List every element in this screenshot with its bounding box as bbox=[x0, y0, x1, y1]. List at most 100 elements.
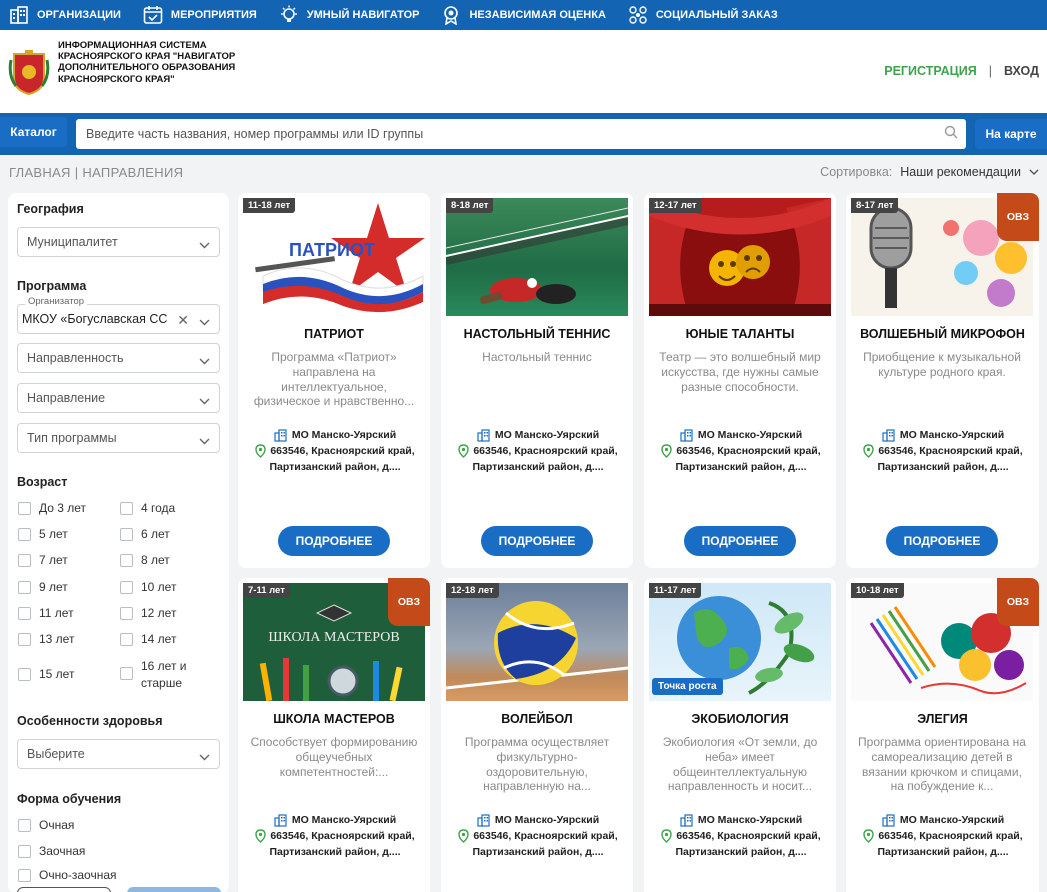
card-title[interactable]: ЮНЫЕ ТАЛАНТЫ bbox=[644, 327, 836, 341]
direction-select[interactable]: Направление bbox=[17, 383, 220, 413]
age-checkbox[interactable]: 12 лет bbox=[120, 606, 176, 620]
card-title[interactable]: ШКОЛА МАСТЕРОВ bbox=[238, 712, 430, 726]
card-address-line2: Партизанский район, д.... bbox=[472, 846, 604, 858]
more-button[interactable]: ПОДРОБНЕЕ bbox=[481, 526, 593, 556]
age-checkbox[interactable]: 8 лет bbox=[120, 553, 170, 567]
checkbox[interactable] bbox=[18, 554, 31, 567]
checkbox[interactable] bbox=[18, 528, 31, 541]
sort-control[interactable]: Сортировка: Наши рекомендации bbox=[820, 165, 1039, 179]
card-org: МО Манско-Уярский bbox=[291, 429, 397, 441]
card-description: Программа осуществляет физкультурно-оздо… bbox=[464, 735, 610, 794]
card-location: МО Манско-Уярский 663546, Красноярский к… bbox=[650, 427, 832, 475]
form-checkbox[interactable]: Очная bbox=[18, 818, 74, 832]
program-type-select[interactable]: Тип программы bbox=[17, 423, 220, 453]
checkbox[interactable] bbox=[120, 528, 133, 541]
reset-button[interactable] bbox=[17, 887, 111, 892]
register-link[interactable]: РЕГИСТРАЦИЯ bbox=[884, 64, 976, 78]
checkbox[interactable] bbox=[18, 819, 31, 832]
age-checkbox[interactable]: 4 года bbox=[120, 501, 175, 515]
card-title[interactable]: ПАТРИОТ bbox=[238, 327, 430, 341]
ovz-badge: ОВЗ bbox=[388, 578, 430, 626]
age-checkbox[interactable]: 9 лет bbox=[18, 580, 68, 594]
age-label: 10 лет bbox=[141, 580, 177, 594]
form-checkbox[interactable]: Заочная bbox=[18, 844, 85, 858]
health-select[interactable]: Выберите bbox=[17, 739, 220, 769]
checkbox[interactable] bbox=[18, 581, 31, 594]
program-card[interactable]: 12-17 лет ЮНЫЕ ТАЛАНТЫ Театр — это волше… bbox=[644, 193, 836, 568]
age-label: 13 лет bbox=[39, 632, 75, 646]
program-card[interactable]: 12-18 лет ВОЛЕЙБОЛ Программа осуществляе… bbox=[441, 578, 633, 892]
age-checkbox[interactable]: 14 лет bbox=[120, 632, 176, 646]
top-navigation: ОРГАНИЗАЦИИ МЕРОПРИЯТИЯ УМНЫЙ НАВИГАТОР … bbox=[0, 0, 1047, 30]
more-button[interactable]: ПОДРОБНЕЕ bbox=[886, 526, 998, 556]
checkbox[interactable] bbox=[120, 633, 133, 646]
card-title[interactable]: НАСТОЛЬНЫЙ ТЕННИС bbox=[441, 327, 633, 341]
catalog-button[interactable]: Каталог bbox=[0, 117, 67, 147]
nav-events-label: МЕРОПРИЯТИЯ bbox=[170, 9, 257, 21]
card-address-line2: Партизанский район, д.... bbox=[269, 461, 401, 473]
search-input[interactable] bbox=[76, 119, 966, 149]
sort-value[interactable]: Наши рекомендации bbox=[900, 165, 1021, 179]
search-icon[interactable] bbox=[944, 125, 958, 144]
organizer-select[interactable]: МКОУ «Богуславская СС ✕ bbox=[17, 304, 220, 334]
form-checkbox[interactable]: Очно-заочная bbox=[18, 868, 117, 882]
card-address-line1: 663546, Красноярский край, bbox=[473, 830, 618, 842]
program-card[interactable]: 11-17 лет Точка роста ЭКОБИОЛОГИЯ Экобио… bbox=[644, 578, 836, 892]
card-title[interactable]: ВОЛЕЙБОЛ bbox=[441, 712, 633, 726]
checkbox[interactable] bbox=[18, 502, 31, 515]
card-org: МО Манско-Уярский bbox=[494, 429, 600, 441]
checkbox[interactable] bbox=[120, 502, 133, 515]
map-button[interactable]: На карте bbox=[975, 119, 1047, 149]
building-icon bbox=[680, 428, 693, 442]
card-title[interactable]: ЭКОБИОЛОГИЯ bbox=[644, 712, 836, 726]
nav-smart-navigator[interactable]: УМНЫЙ НАВИГАТОР bbox=[279, 5, 419, 25]
card-title[interactable]: ЭЛЕГИЯ bbox=[846, 712, 1039, 726]
age-label: 4 года bbox=[141, 501, 176, 515]
age-checkbox[interactable]: 15 лет bbox=[18, 667, 74, 681]
age-checkbox[interactable]: 7 лет bbox=[18, 553, 68, 567]
nav-social-order[interactable]: СОЦИАЛЬНЫЙ ЗАКАЗ bbox=[628, 5, 778, 25]
checkbox[interactable] bbox=[120, 667, 133, 680]
age-checkbox[interactable]: 5 лет bbox=[18, 527, 68, 541]
clear-icon[interactable]: ✕ bbox=[177, 312, 189, 329]
age-checkbox[interactable]: 10 лет bbox=[120, 580, 176, 594]
age-checkbox[interactable]: 11 лет bbox=[18, 606, 74, 620]
checkbox[interactable] bbox=[120, 554, 133, 567]
coat-of-arms-logo[interactable] bbox=[8, 50, 50, 96]
login-link[interactable]: ВХОД bbox=[1004, 64, 1039, 78]
nav-organizations[interactable]: ОРГАНИЗАЦИИ bbox=[9, 5, 121, 25]
nav-independent-assessment[interactable]: НЕЗАВИСИМАЯ ОЦЕНКА bbox=[441, 5, 606, 25]
municipality-select[interactable]: Муниципалитет bbox=[17, 227, 220, 257]
focus-select[interactable]: Направленность bbox=[17, 343, 220, 373]
more-button[interactable]: ПОДРОБНЕЕ bbox=[278, 526, 390, 556]
card-address-line1: 663546, Красноярский край, bbox=[878, 830, 1023, 842]
checkbox[interactable] bbox=[120, 607, 133, 620]
age-label: 9 лет bbox=[39, 580, 68, 594]
more-button[interactable]: ПОДРОБНЕЕ bbox=[684, 526, 796, 556]
checkbox[interactable] bbox=[18, 607, 31, 620]
card-address-line2: Партизанский район, д.... bbox=[675, 846, 807, 858]
program-card[interactable]: ШКОЛА МАСТЕРОВ 7-11 лет ОВЗ ШКОЛА МАСТЕР… bbox=[238, 578, 430, 892]
card-title[interactable]: ВОЛШЕБНЫЙ МИКРОФОН bbox=[846, 327, 1039, 341]
checkbox[interactable] bbox=[120, 581, 133, 594]
checkbox[interactable] bbox=[18, 633, 31, 646]
program-card[interactable]: ПАТРИОТ 11-18 лет ПАТРИОТ Программа «Пат… bbox=[238, 193, 430, 568]
card-address-line1: 663546, Красноярский край, bbox=[270, 445, 415, 457]
health-select-value: Выберите bbox=[27, 747, 85, 761]
age-checkbox[interactable]: 6 лет bbox=[120, 527, 170, 541]
program-card[interactable]: 8-18 лет НАСТОЛЬНЫЙ ТЕННИС Настольный те… bbox=[441, 193, 633, 568]
age-checkbox[interactable]: 16 лет и старше bbox=[120, 658, 220, 692]
age-checkbox[interactable]: 13 лет bbox=[18, 632, 74, 646]
network-icon bbox=[628, 5, 648, 25]
form-label: Очная bbox=[39, 818, 75, 832]
building-icon bbox=[882, 813, 895, 827]
checkbox[interactable] bbox=[18, 668, 31, 681]
age-checkbox[interactable]: До 3 лет bbox=[18, 501, 86, 515]
program-card[interactable]: 10-18 лет ОВЗ ЭЛЕГИЯ Программа ориентиро… bbox=[846, 578, 1039, 892]
breadcrumb-home[interactable]: ГЛАВНАЯ bbox=[9, 165, 71, 180]
program-card[interactable]: 8-17 лет ОВЗ ВОЛШЕБНЫЙ МИКРОФОН Приобщен… bbox=[846, 193, 1039, 568]
nav-events[interactable]: МЕРОПРИЯТИЯ bbox=[143, 5, 257, 25]
checkbox[interactable] bbox=[18, 869, 31, 882]
apply-button[interactable] bbox=[127, 887, 221, 892]
checkbox[interactable] bbox=[18, 845, 31, 858]
